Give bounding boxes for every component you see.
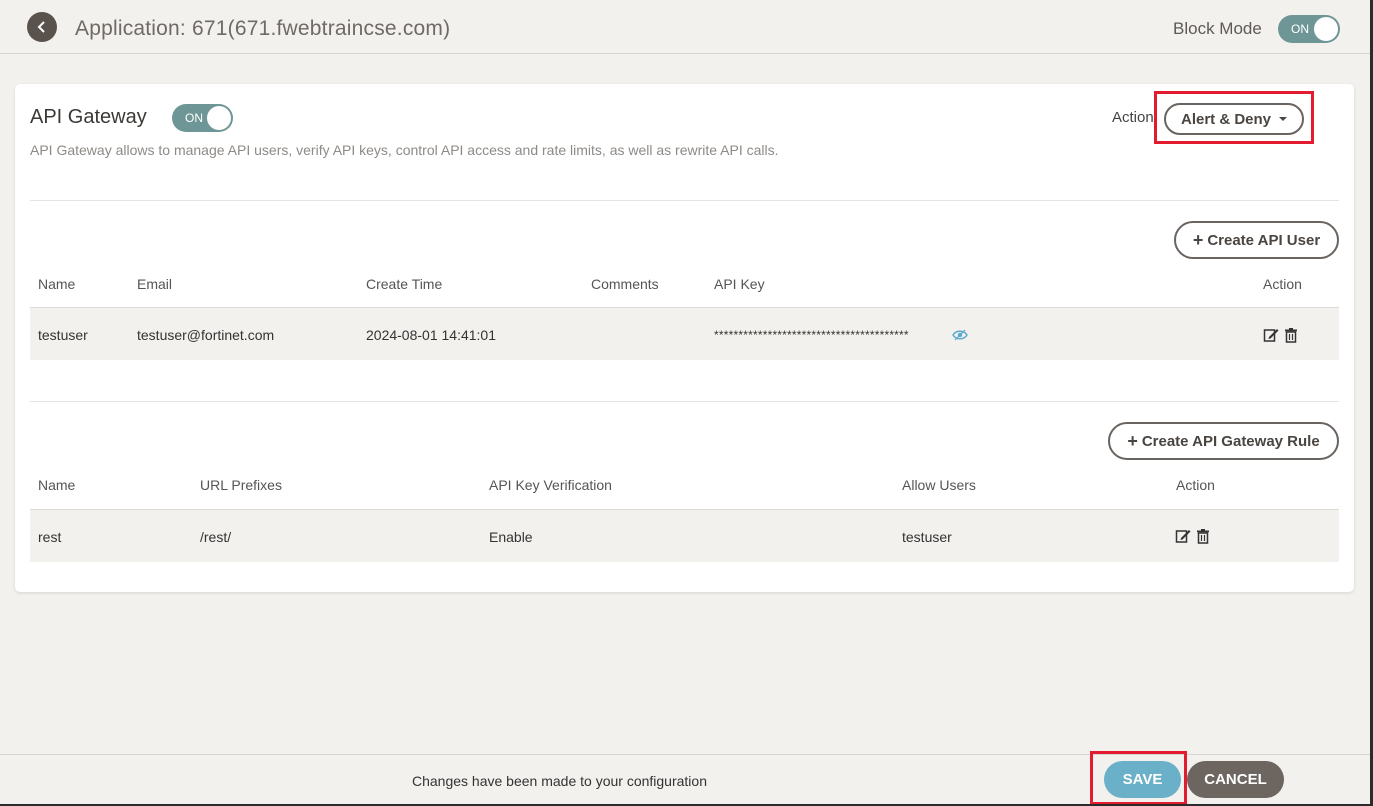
table-row: rest /rest/ Enable testuser: [30, 509, 1339, 562]
users-col-action: Action: [1263, 276, 1302, 292]
user-name: testuser: [38, 327, 88, 343]
section-divider: [30, 200, 1339, 201]
rule-name: rest: [38, 529, 62, 545]
action-label: Action: [1112, 109, 1154, 126]
app-header: Application: 671(671.fwebtraincse.com) B…: [0, 0, 1373, 54]
rules-col-action: Action: [1176, 477, 1215, 493]
action-dropdown-value: Alert & Deny: [1180, 110, 1272, 128]
create-api-user-label: Create API User: [1207, 231, 1321, 249]
toggle-knob: [1314, 17, 1338, 41]
chevron-left-icon: [37, 21, 45, 33]
user-api-key: ****************************************: [714, 328, 909, 342]
block-mode-toggle-text: ON: [1291, 22, 1309, 36]
users-col-name: Name: [38, 276, 76, 292]
toggle-knob: [207, 106, 231, 130]
card-description: API Gateway allows to manage API users, …: [30, 142, 779, 158]
eye-icon[interactable]: [952, 329, 968, 341]
table-row: testuser testuser@fortinet.com 2024-08-0…: [30, 307, 1339, 360]
rule-api-key-verification: Enable: [489, 529, 533, 545]
card-title: API Gateway: [30, 106, 147, 128]
rules-col-name: Name: [38, 477, 76, 493]
api-gateway-toggle-text: ON: [185, 111, 203, 125]
section-divider: [30, 401, 1339, 402]
back-button[interactable]: [27, 12, 57, 42]
rules-col-url-prefixes: URL Prefixes: [200, 477, 282, 493]
users-col-api-key: API Key: [714, 276, 765, 292]
create-api-gateway-rule-label: Create API Gateway Rule: [1141, 432, 1320, 450]
cancel-button[interactable]: CANCEL: [1187, 761, 1284, 798]
page-title: Application: 671(671.fwebtraincse.com): [75, 17, 451, 40]
rule-url-prefixes: /rest/: [200, 529, 232, 545]
trash-icon[interactable]: [1195, 528, 1211, 544]
rules-col-allow-users: Allow Users: [902, 477, 976, 493]
caret-down-icon: [1279, 117, 1288, 121]
block-mode-label: Block Mode: [1173, 19, 1262, 38]
users-col-create-time: Create Time: [366, 276, 443, 292]
user-create-time: 2024-08-01 14:41:01: [366, 327, 496, 343]
plus-icon: +: [1127, 431, 1138, 451]
user-email: testuser@fortinet.com: [137, 327, 275, 343]
users-col-comments: Comments: [591, 276, 659, 292]
rules-col-api-key-verification: API Key Verification: [489, 477, 612, 493]
plus-icon: +: [1192, 230, 1204, 250]
edit-icon[interactable]: [1263, 327, 1279, 343]
api-gateway-card: API Gateway ON API Gateway allows to man…: [15, 84, 1354, 592]
block-mode-toggle[interactable]: ON: [1278, 15, 1340, 43]
api-gateway-toggle[interactable]: ON: [172, 104, 233, 132]
edit-icon[interactable]: [1175, 528, 1191, 544]
create-api-gateway-rule-button[interactable]: + Create API Gateway Rule: [1108, 422, 1339, 460]
unsaved-changes-message: Changes have been made to your configura…: [412, 773, 707, 789]
create-api-user-button[interactable]: + Create API User: [1174, 221, 1339, 259]
users-col-email: Email: [137, 276, 173, 292]
save-button[interactable]: SAVE: [1104, 761, 1181, 798]
action-dropdown[interactable]: Alert & Deny: [1164, 103, 1304, 135]
rule-allow-users: testuser: [902, 529, 952, 545]
trash-icon[interactable]: [1283, 327, 1299, 343]
